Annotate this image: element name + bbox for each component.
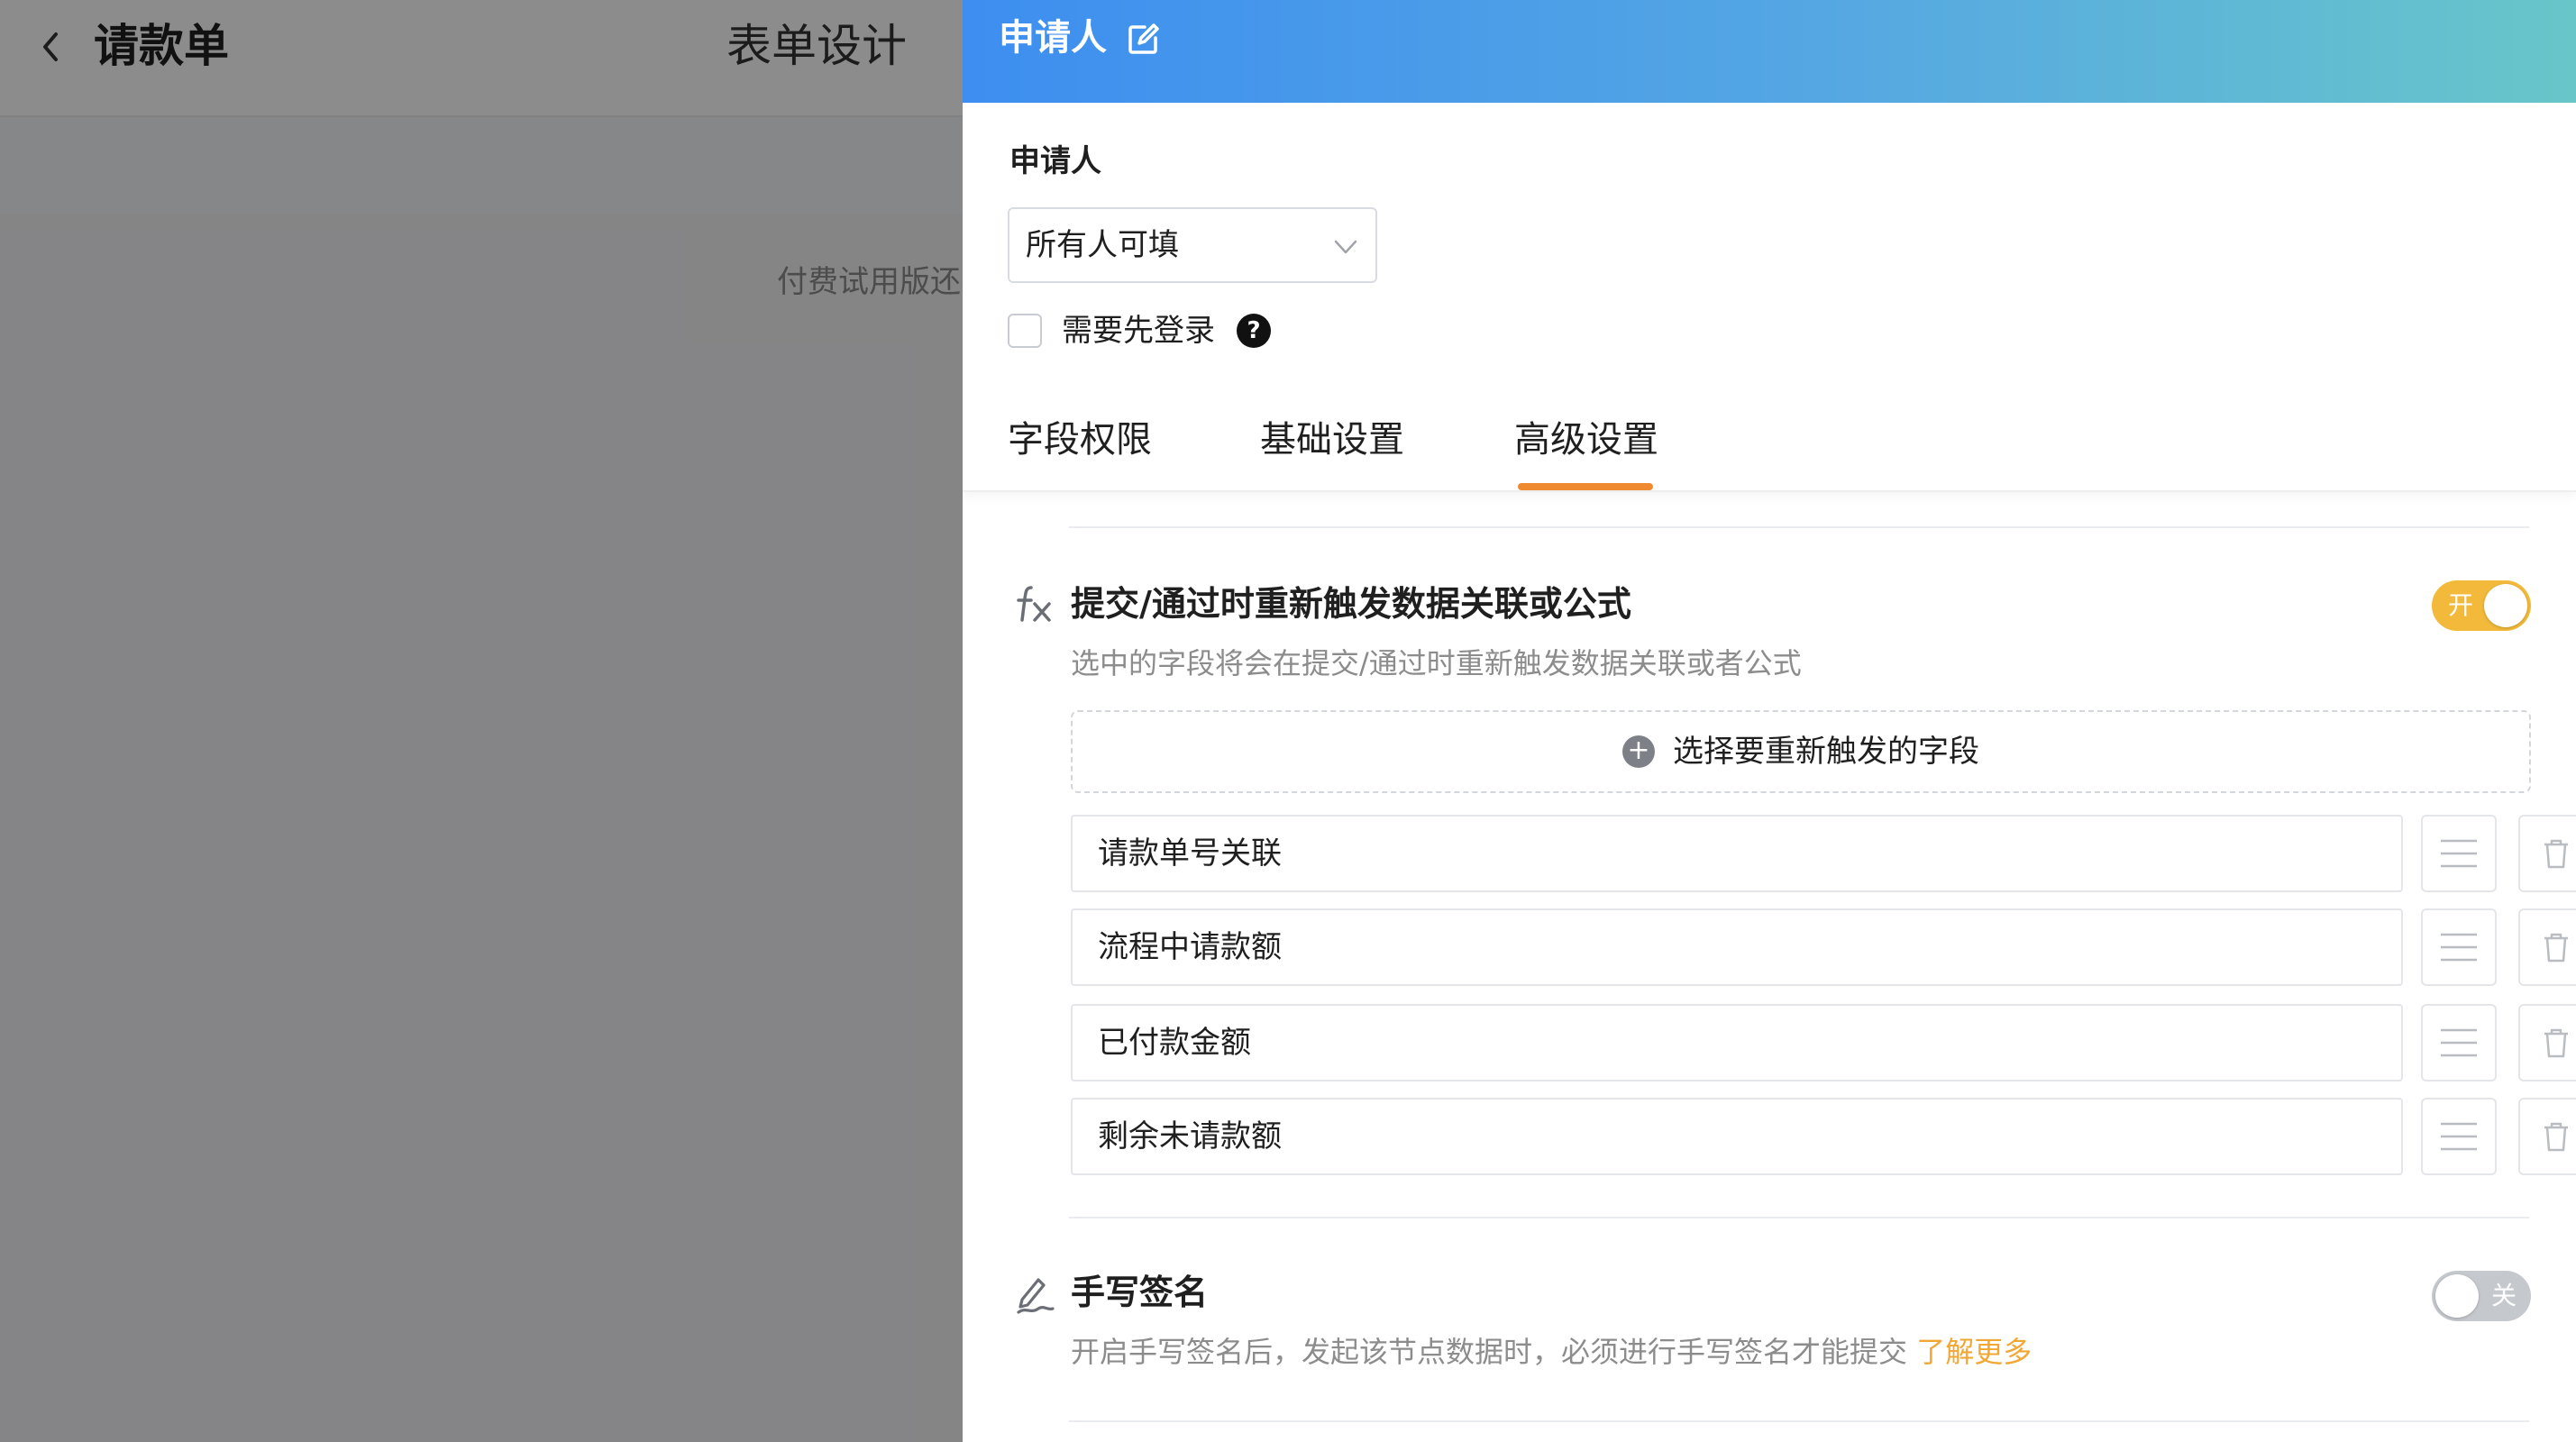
tab-bar: 字段权限 基础设置 高级设置 xyxy=(963,397,2576,492)
delete-button[interactable] xyxy=(2518,908,2576,986)
trash-icon xyxy=(2544,1028,2568,1058)
handwriting-signature-icon xyxy=(1017,1278,1055,1314)
select-value: 所有人可填 xyxy=(1026,227,1179,263)
delete-button[interactable] xyxy=(2518,815,2576,892)
drag-handle-button[interactable] xyxy=(2421,1098,2497,1175)
trash-icon xyxy=(2544,1122,2568,1152)
drag-handle-button[interactable] xyxy=(2421,908,2497,986)
edit-icon[interactable] xyxy=(1125,22,1161,58)
signature-title: 手写签名 xyxy=(1071,1273,1209,1312)
toggle-knob xyxy=(2435,1274,2479,1318)
delete-button[interactable] xyxy=(2518,1004,2576,1082)
field-item-label: 请款单号关联 xyxy=(1098,835,1282,872)
signature-toggle[interactable]: 关 xyxy=(2432,1271,2531,1321)
signature-description: 开启手写签名后，发起该节点数据时，必须进行手写签名才能提交 了解更多 xyxy=(1071,1332,2032,1372)
drawer-header: 申请人 xyxy=(963,0,2576,103)
toggle-label: 开 xyxy=(2448,590,2474,620)
function-fx-icon xyxy=(1017,586,1051,622)
toggle-label: 关 xyxy=(2490,1281,2517,1310)
delete-button[interactable] xyxy=(2518,1098,2576,1175)
tab-field-permission[interactable]: 字段权限 xyxy=(1008,415,1152,465)
list-item: 已付款金额 xyxy=(1071,1004,2576,1082)
list-item: 请款单号关联 xyxy=(1071,815,2576,892)
drag-handle-icon xyxy=(2441,1028,2477,1057)
drag-handle-button[interactable] xyxy=(2421,1004,2497,1082)
drag-handle-button[interactable] xyxy=(2421,815,2497,892)
learn-more-link[interactable]: 了解更多 xyxy=(1916,1335,2032,1369)
drag-handle-icon xyxy=(2441,839,2477,868)
tab-advanced-settings[interactable]: 高级设置 xyxy=(1514,415,1658,465)
plus-circle-icon: + xyxy=(1622,735,1655,768)
field-item-label: 剩余未请款额 xyxy=(1098,1118,1282,1155)
list-item: 流程中请款额 xyxy=(1071,908,2576,986)
field-item[interactable]: 流程中请款额 xyxy=(1071,908,2403,986)
add-retrigger-field-button[interactable]: + 选择要重新触发的字段 xyxy=(1071,710,2531,793)
field-item[interactable]: 请款单号关联 xyxy=(1071,815,2403,892)
trash-icon xyxy=(2544,839,2568,869)
help-icon[interactable]: ? xyxy=(1237,314,1271,348)
settings-drawer: 申请人 申请人 所有人可填 需要先登录 ? 字段权限 基础设置 高级设置 提交/… xyxy=(963,0,2576,1442)
field-item-label: 已付款金额 xyxy=(1098,1025,1251,1061)
trash-icon xyxy=(2544,933,2568,963)
divider xyxy=(1069,526,2529,528)
active-tab-indicator xyxy=(1518,483,1653,490)
field-item-label: 流程中请款额 xyxy=(1098,929,1282,965)
divider xyxy=(1069,1217,2529,1218)
signature-desc-text: 开启手写签名后，发起该节点数据时，必须进行手写签名才能提交 xyxy=(1071,1335,1908,1369)
login-required-checkbox[interactable] xyxy=(1008,314,1042,348)
drawer-title: 申请人 xyxy=(999,17,1107,59)
retrigger-title: 提交/通过时重新触发数据关联或公式 xyxy=(1071,584,1631,624)
list-item: 剩余未请款额 xyxy=(1071,1098,2576,1175)
drag-handle-icon xyxy=(2441,1122,2477,1151)
divider xyxy=(1069,1420,2529,1422)
field-item[interactable]: 已付款金额 xyxy=(1071,1004,2403,1082)
add-field-label: 选择要重新触发的字段 xyxy=(1673,734,1979,770)
drag-handle-icon xyxy=(2441,933,2477,962)
retrigger-toggle[interactable]: 开 xyxy=(2432,580,2531,631)
applicant-select[interactable]: 所有人可填 xyxy=(1008,207,1377,283)
retrigger-description: 选中的字段将会在提交/通过时重新触发数据关联或者公式 xyxy=(1071,646,1802,680)
chevron-down-icon xyxy=(1334,240,1357,254)
toggle-knob xyxy=(2484,584,2527,627)
login-required-label: 需要先登录 xyxy=(1062,313,1215,349)
tab-basic-settings[interactable]: 基础设置 xyxy=(1260,415,1404,465)
applicant-label: 申请人 xyxy=(1009,143,1101,179)
field-item[interactable]: 剩余未请款额 xyxy=(1071,1098,2403,1175)
